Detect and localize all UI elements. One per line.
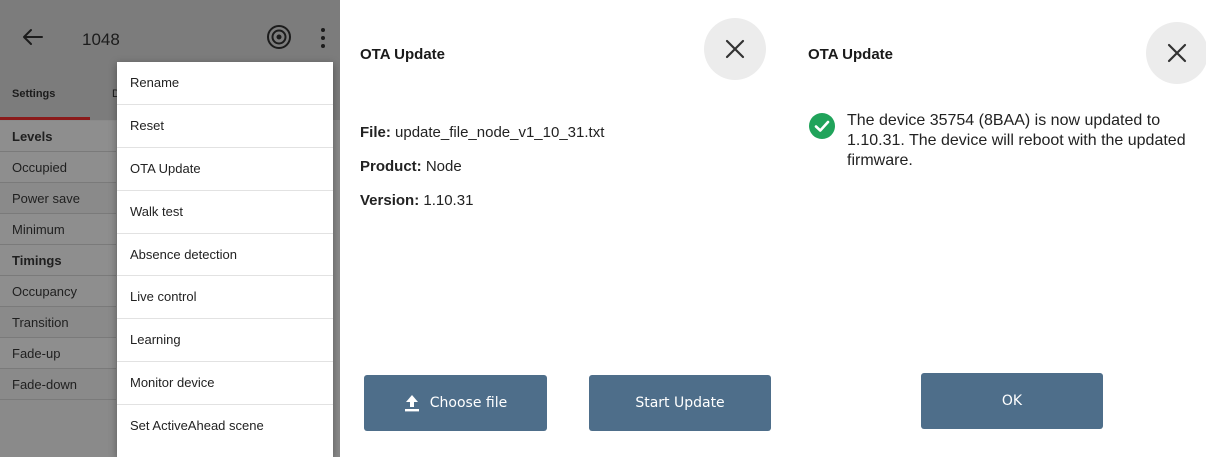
menu-item-monitor-device[interactable]: Monitor device	[117, 362, 333, 406]
tab-settings[interactable]: Settings	[12, 88, 55, 100]
version-label: Version:	[360, 192, 420, 209]
menu-item-walk-test[interactable]: Walk test	[117, 191, 333, 234]
file-info: File: update_file_node_v1_10_31.txt	[360, 124, 604, 141]
settings-list-item[interactable]: Transition	[0, 307, 116, 338]
device-screen: 1048 Settings D Levels Occupied Power save…	[0, 0, 340, 457]
start-update-button[interactable]: Start Update	[589, 375, 771, 431]
close-icon	[1167, 43, 1187, 63]
menu-item-rename[interactable]: Rename	[117, 62, 333, 105]
settings-section-header: Levels	[0, 121, 116, 152]
upload-icon	[404, 395, 419, 412]
dialog-title: OTA Update	[360, 46, 445, 63]
choose-file-button[interactable]: Choose file	[364, 375, 547, 431]
device-title: 1048	[82, 30, 120, 49]
dialog-title: OTA Update	[808, 46, 893, 63]
settings-list-item[interactable]: Minimum	[0, 214, 116, 245]
settings-list-item[interactable]: Fade-down	[0, 369, 116, 400]
ota-success-dialog: OTA Update The device 35754 (8BAA) is no…	[800, 0, 1206, 457]
ota-update-dialog: OTA Update File: update_file_node_v1_10_…	[360, 0, 780, 457]
overflow-menu: Rename Reset OTA Update Walk test Absence de…	[117, 62, 333, 457]
close-icon	[725, 39, 745, 59]
ok-button[interactable]: OK	[921, 373, 1103, 429]
more-vert-icon[interactable]	[318, 27, 328, 49]
product-label: Product:	[360, 158, 422, 175]
settings-list-item[interactable]: Power save	[0, 183, 116, 214]
version-value: 1.10.31	[423, 192, 474, 209]
tab-indicator	[0, 117, 90, 120]
menu-item-set-activeahead-scene[interactable]: Set ActiveAhead scene	[117, 405, 333, 448]
menu-item-reset[interactable]: Reset	[117, 105, 333, 148]
menu-item-learning[interactable]: Learning	[117, 319, 333, 363]
choose-file-label: Choose file	[429, 395, 508, 411]
product-info: Product: Node	[360, 158, 462, 175]
settings-list-item[interactable]: Occupied	[0, 152, 116, 183]
settings-list-item[interactable]: Fade-up	[0, 338, 116, 369]
close-button[interactable]	[1146, 22, 1206, 84]
close-button[interactable]	[704, 18, 766, 80]
success-message: The device 35754 (8BAA) is now updated t…	[847, 112, 1186, 169]
file-value: update_file_node_v1_10_31.txt	[395, 124, 605, 141]
settings-list: Levels Occupied Power save Minimum Timings Oc…	[0, 121, 116, 400]
settings-list-item[interactable]: Occupancy	[0, 276, 116, 307]
menu-item-absence-detection[interactable]: Absence detection	[117, 234, 333, 277]
target-icon[interactable]	[266, 24, 292, 50]
start-update-label: Start Update	[635, 395, 725, 411]
file-label: File:	[360, 124, 391, 141]
menu-item-live-control[interactable]: Live control	[117, 276, 333, 320]
product-value: Node	[425, 158, 462, 175]
settings-section-header: Timings	[0, 245, 116, 276]
check-circle-icon	[809, 113, 835, 139]
arrow-left-icon[interactable]	[18, 22, 48, 52]
ok-label: OK	[1001, 393, 1023, 409]
menu-item-ota-update[interactable]: OTA Update	[117, 148, 333, 191]
version-info: Version: 1.10.31	[360, 192, 473, 209]
